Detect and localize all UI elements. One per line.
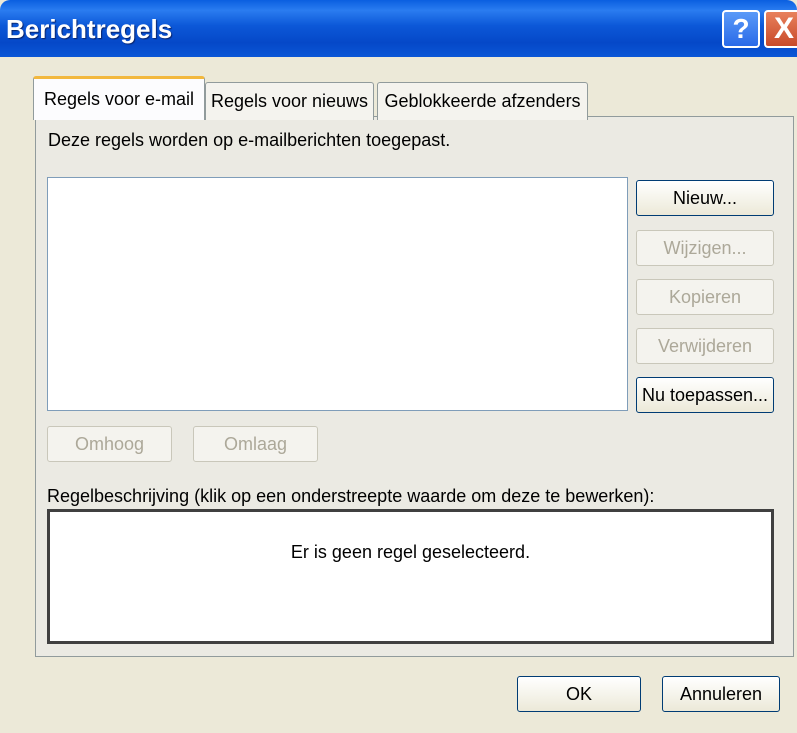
new-rule-button[interactable]: Nieuw... — [636, 180, 774, 216]
move-up-button[interactable]: Omhoog — [47, 426, 172, 462]
no-rule-selected-text: Er is geen regel geselecteerd. — [290, 542, 531, 562]
window-title: Berichtregels — [6, 14, 173, 44]
rules-dialog: Berichtregels ? X Regels voor e-mail Reg… — [0, 0, 797, 733]
rules-list[interactable] — [47, 177, 628, 411]
rule-description-box: Er is geen regel geselecteerd. — [47, 509, 774, 644]
copy-rule-button[interactable]: Kopieren — [636, 279, 774, 315]
intro-text: Deze regels worden op e-mailberichten to… — [48, 130, 451, 150]
tab-news-rules[interactable]: Regels voor nieuws — [205, 82, 374, 120]
tab-mail-rules[interactable]: Regels voor e-mail — [33, 76, 205, 120]
close-icon[interactable]: X — [764, 10, 797, 48]
title-bar[interactable]: Berichtregels ? X — [0, 0, 797, 57]
tab-blocked-senders[interactable]: Geblokkeerde afzenders — [377, 82, 588, 120]
help-icon[interactable]: ? — [722, 10, 760, 48]
delete-rule-button[interactable]: Verwijderen — [636, 328, 774, 364]
apply-now-button[interactable]: Nu toepassen... — [636, 377, 774, 413]
edit-rule-button[interactable]: Wijzigen... — [636, 230, 774, 266]
cancel-button[interactable]: Annuleren — [662, 676, 780, 712]
move-down-button[interactable]: Omlaag — [193, 426, 318, 462]
description-label: Regelbeschrijving (klik op een onderstre… — [47, 486, 655, 506]
ok-button[interactable]: OK — [517, 676, 641, 712]
